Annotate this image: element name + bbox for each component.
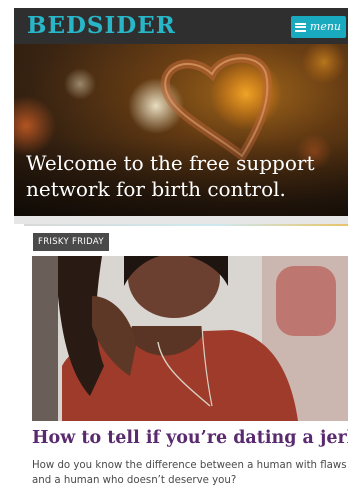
menu-button[interactable]: menu — [290, 16, 346, 38]
hero-banner: Welcome to the free support network for … — [14, 44, 348, 216]
hamburger-icon — [294, 22, 306, 32]
article-title[interactable]: How to tell if you’re dating a jerk — [32, 426, 348, 450]
article-image — [32, 256, 348, 421]
menu-label: menu — [309, 20, 341, 33]
section-divider — [14, 216, 348, 224]
site-header: BEDSIDER menu — [14, 8, 348, 44]
article-photo[interactable] — [32, 256, 348, 421]
hero-headline: Welcome to the free support network for … — [26, 151, 315, 201]
bedsider-logo[interactable]: BEDSIDER — [27, 12, 176, 40]
article-card[interactable]: FRISKY FRIDAY How to tell if you’re dati… — [24, 226, 348, 488]
category-badge[interactable]: FRISKY FRIDAY — [33, 233, 109, 251]
top-strip — [0, 0, 348, 8]
article-excerpt: How do you know the difference between a… — [32, 460, 347, 486]
